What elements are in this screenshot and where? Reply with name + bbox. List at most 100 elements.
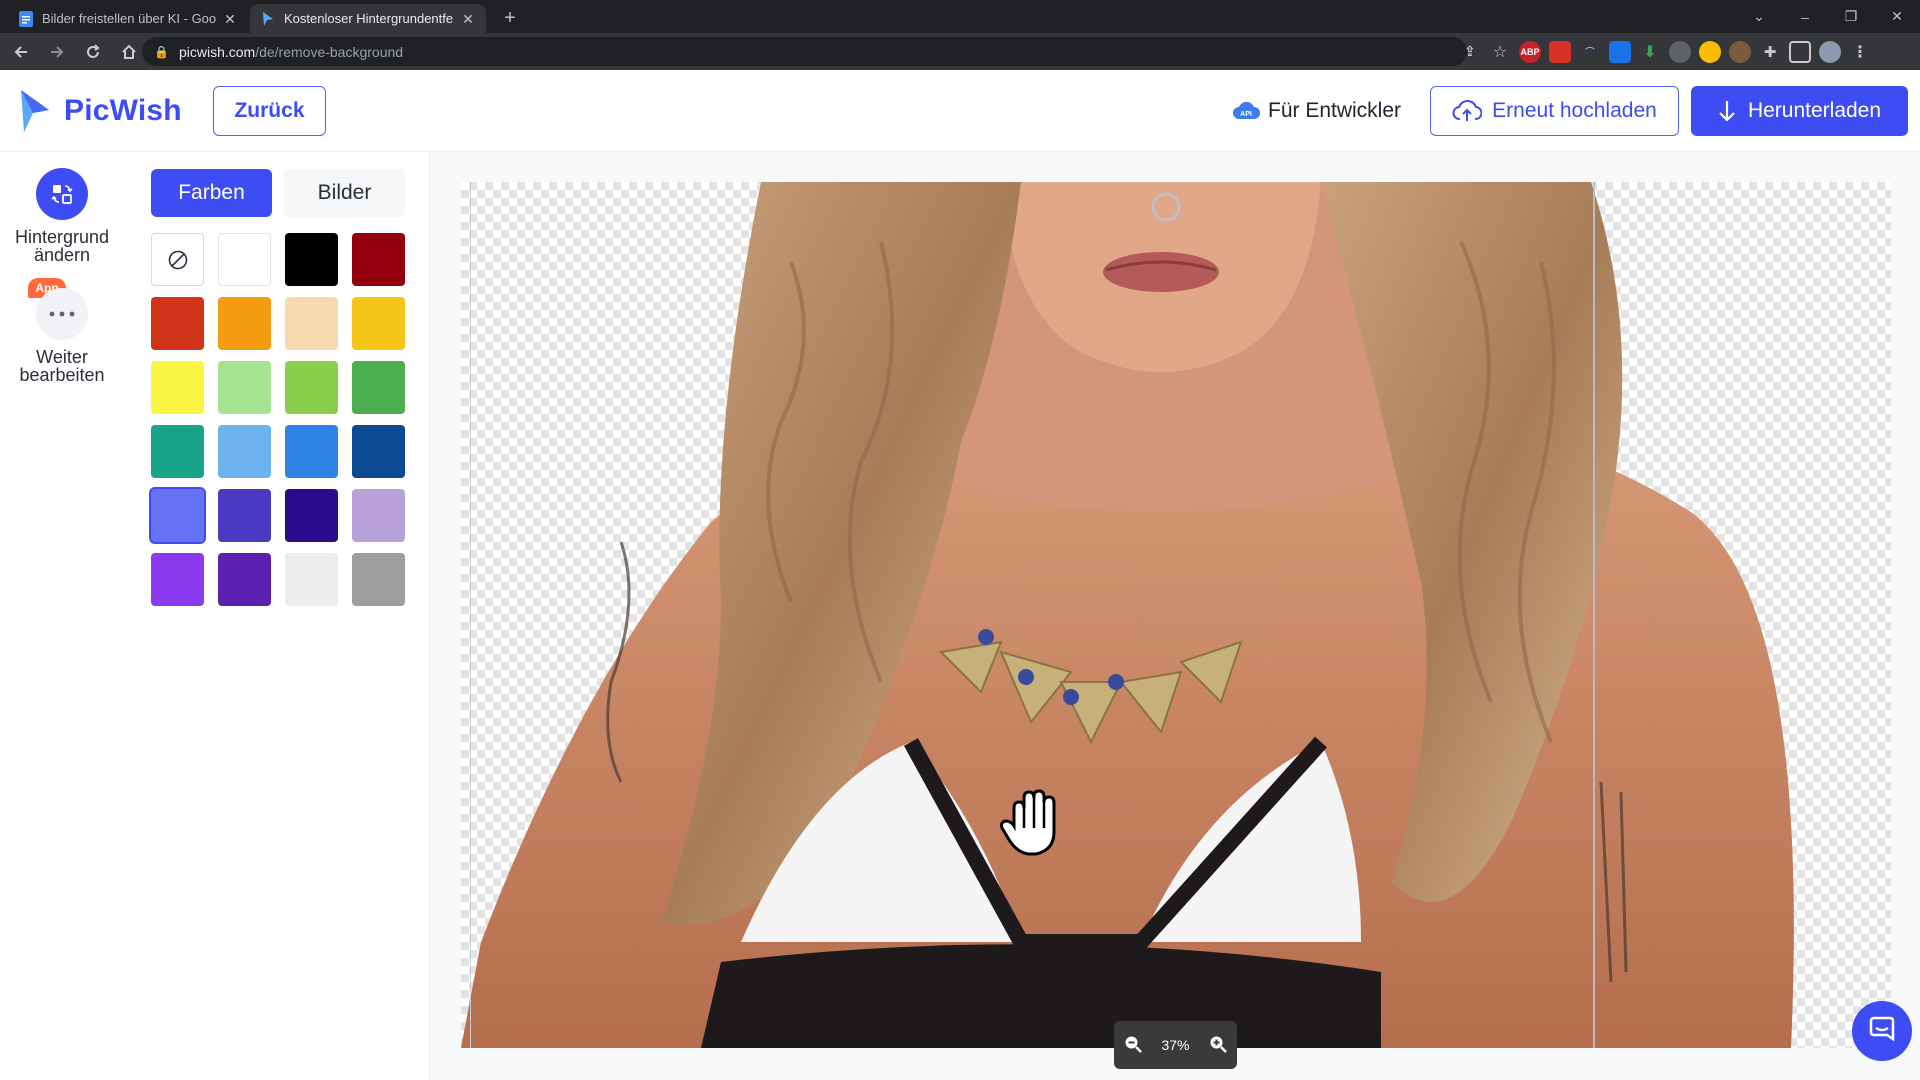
browser-tab-title: Kostenloser Hintergrundentferner — [284, 11, 454, 26]
color-swatch[interactable] — [285, 489, 338, 542]
download-label: Herunterladen — [1747, 99, 1882, 122]
back-arrow-icon[interactable] — [6, 37, 36, 67]
change-background-label-line1: Hintergrund — [14, 227, 110, 247]
zoom-level: 37% — [1161, 1037, 1190, 1053]
svg-text:API: API — [1240, 111, 1252, 118]
profile-avatar-icon[interactable] — [1819, 40, 1841, 63]
reupload-label: Erneut hochladen — [1492, 99, 1657, 122]
support-chat-button[interactable] — [1852, 1001, 1912, 1061]
logo-text: PicWish — [64, 94, 182, 127]
picwish-logo-icon — [21, 90, 49, 132]
browser-tab-picwish[interactable]: Kostenloser Hintergrundentferner ✕ — [250, 4, 486, 33]
color-swatch[interactable] — [151, 489, 204, 542]
home-icon[interactable] — [114, 37, 144, 67]
color-swatch[interactable] — [151, 553, 204, 606]
canvas-guide-line — [1593, 182, 1595, 1048]
red-extension-icon[interactable] — [1549, 40, 1571, 63]
more-edit-label-line1: Weiter — [36, 347, 88, 367]
browser-tabstrip: Bilder freistellen über KI - Google ✕ Ko… — [0, 0, 1920, 33]
color-swatch[interactable] — [151, 361, 204, 414]
dark-extension-icon[interactable] — [1729, 40, 1751, 63]
change-background-label-line2: ändern — [33, 245, 91, 265]
color-swatch[interactable] — [285, 425, 338, 478]
developer-link[interactable]: API Für Entwickler — [1232, 86, 1401, 136]
adblock-extension-icon[interactable]: ABP — [1519, 40, 1541, 63]
screen-capture-extension-icon[interactable] — [1669, 40, 1691, 63]
swatch-transparent[interactable] — [151, 233, 204, 286]
zoom-out-icon[interactable] — [1124, 1035, 1142, 1056]
app-header: PicWish Zurück API Für Entwickler Erneut… — [0, 70, 1920, 152]
new-tab-button[interactable]: + — [498, 6, 522, 30]
bookmark-star-icon[interactable]: ☆ — [1489, 41, 1511, 63]
color-swatch[interactable] — [352, 233, 405, 286]
window-controls: ⌄ – ❐ ✕ — [1736, 0, 1920, 33]
reload-icon[interactable] — [78, 37, 108, 67]
address-bar[interactable]: 🔒 picwish.com/de/remove-background — [142, 37, 1467, 66]
color-swatch[interactable] — [352, 425, 405, 478]
left-tool-rail: Hintergrund ändern App Weiter bearbeiten — [0, 152, 124, 1080]
color-swatch[interactable] — [285, 233, 338, 286]
color-swatch[interactable] — [151, 425, 204, 478]
zoom-controls: 37% — [1114, 1021, 1237, 1069]
url-path: /de/remove-background — [255, 43, 404, 60]
download-extension-icon[interactable]: ⬇ — [1639, 41, 1661, 63]
color-swatch[interactable] — [218, 489, 271, 542]
url-host: picwish.com — [178, 43, 256, 60]
color-swatch[interactable] — [151, 297, 204, 350]
tab-search-icon[interactable]: ⌄ — [1736, 0, 1782, 33]
background-panel: Farben Bilder — [124, 152, 430, 1080]
rail-more-edit[interactable]: Weiter bearbeiten — [0, 288, 124, 384]
reupload-button[interactable]: Erneut hochladen — [1430, 86, 1679, 136]
color-swatch[interactable] — [352, 297, 405, 350]
canvas-left-edge — [470, 182, 471, 1048]
browser-tab-title: Bilder freistellen über KI - Google — [42, 11, 216, 26]
graph-extension-icon[interactable]: ⌒ — [1579, 41, 1601, 63]
color-swatch[interactable] — [352, 553, 405, 606]
color-swatch[interactable] — [218, 233, 271, 286]
api-cloud-icon: API — [1233, 101, 1260, 119]
browser-extensions: ⇪ ☆ ABP ⌒ ⬇ ✚ ⋮ — [1455, 33, 1875, 70]
cutout-image[interactable] — [461, 182, 1891, 1048]
rail-change-background[interactable]: Hintergrund ändern — [0, 168, 124, 264]
puzzle-extensions-icon[interactable]: ✚ — [1759, 41, 1781, 63]
color-swatch[interactable] — [285, 361, 338, 414]
cloud-upload-icon — [1452, 100, 1483, 121]
tab-images[interactable]: Bilder — [284, 169, 405, 217]
color-swatch[interactable] — [352, 361, 405, 414]
blue-extension-icon[interactable] — [1609, 40, 1631, 63]
close-tab-icon[interactable]: ✕ — [222, 11, 238, 27]
color-swatch[interactable] — [218, 425, 271, 478]
lock-icon: 🔒 — [154, 44, 169, 59]
color-swatch[interactable] — [352, 489, 405, 542]
color-swatch[interactable] — [218, 297, 271, 350]
color-swatch[interactable] — [218, 361, 271, 414]
change-background-icon — [36, 168, 88, 220]
google-docs-icon — [18, 10, 34, 27]
picwish-favicon-icon — [260, 11, 276, 27]
close-tab-icon[interactable]: ✕ — [460, 11, 476, 27]
color-swatch[interactable] — [285, 297, 338, 350]
color-swatch[interactable] — [285, 553, 338, 606]
forward-arrow-icon[interactable] — [42, 37, 72, 67]
zoom-in-icon[interactable] — [1209, 1035, 1228, 1056]
window-close-icon[interactable]: ✕ — [1874, 0, 1920, 33]
browser-tab-google-docs[interactable]: Bilder freistellen über KI - Google ✕ — [8, 4, 248, 33]
more-edit-label-line2: bearbeiten — [19, 365, 105, 385]
minimize-icon[interactable]: – — [1782, 0, 1828, 33]
side-panel-icon[interactable] — [1789, 40, 1811, 63]
hand-cursor-icon — [1000, 788, 1066, 863]
chat-bubble-icon — [1869, 1016, 1895, 1042]
download-button[interactable]: Herunterladen — [1691, 86, 1908, 136]
picwish-logo[interactable]: PicWish — [18, 88, 182, 134]
back-button[interactable]: Zurück — [213, 86, 326, 136]
color-swatch[interactable] — [218, 553, 271, 606]
no-color-icon — [168, 250, 187, 269]
restore-icon[interactable]: ❐ — [1828, 0, 1874, 33]
more-dots-icon — [36, 288, 88, 340]
tab-colors[interactable]: Farben — [151, 169, 272, 217]
colorful-extension-icon[interactable] — [1699, 40, 1721, 63]
browser-toolbar: 🔒 picwish.com/de/remove-background ⇪ ☆ A… — [0, 33, 1920, 70]
share-icon[interactable]: ⇪ — [1459, 41, 1481, 63]
browser-menu-icon[interactable]: ⋮ — [1849, 41, 1871, 63]
developer-label: Für Entwickler — [1268, 99, 1402, 122]
